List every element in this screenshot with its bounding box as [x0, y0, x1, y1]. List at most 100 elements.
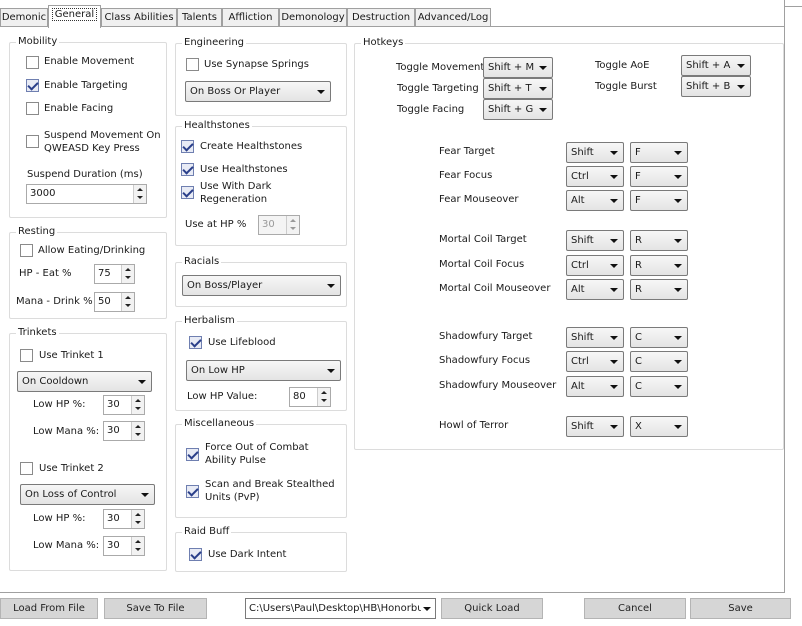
t1-low-hp-value: 30	[107, 399, 120, 410]
tab-advanced-log[interactable]: Advanced/Log	[415, 8, 491, 27]
load-from-file-button[interactable]: Load From File	[0, 598, 98, 619]
chevron-down-icon	[610, 385, 618, 389]
mortal-coil-mouseover-key-dropdown[interactable]: R	[630, 279, 688, 300]
enable-movement-checkbox[interactable]	[26, 56, 39, 69]
fear-focus-mod-dropdown[interactable]: Ctrl	[566, 166, 624, 187]
fear-mouseover-key-dropdown[interactable]: F	[630, 190, 688, 211]
quick-load-button[interactable]: Quick Load	[441, 598, 543, 619]
config-path-dropdown[interactable]: C:\Users\Paul\Desktop\HB\Honorbu	[245, 598, 436, 619]
herbalism-title: Herbalism	[182, 315, 237, 326]
t1-low-mana-spinner[interactable]: 30	[103, 421, 145, 441]
shadowfury-focus-key-dropdown[interactable]: C	[630, 351, 688, 372]
spin-down-icon	[135, 521, 141, 524]
shadowfury-target-mod-dropdown[interactable]: Shift	[566, 327, 624, 348]
fear-target-mod-dropdown[interactable]: Shift	[566, 142, 624, 163]
shadowfury-mouseover-key-dropdown[interactable]: C	[630, 376, 688, 397]
t1-low-hp-spinner[interactable]: 30	[103, 395, 145, 415]
shadowfury-target-key: C	[635, 332, 642, 343]
fear-focus-key-dropdown[interactable]: F	[630, 166, 688, 187]
enable-movement-label: Enable Movement	[44, 56, 135, 67]
tab-destruction[interactable]: Destruction	[347, 8, 415, 27]
fear-focus-key: F	[635, 171, 641, 182]
tab-general[interactable]: General	[48, 5, 101, 28]
use-healthstones-checkbox[interactable]	[181, 163, 194, 176]
enable-facing-checkbox[interactable]	[26, 102, 39, 115]
use-lifeblood-checkbox[interactable]	[189, 336, 202, 349]
fear-target-key: F	[635, 147, 641, 158]
chevron-down-icon	[610, 336, 618, 340]
panel-right-border	[784, 0, 785, 592]
shadowfury-focus-mod-dropdown[interactable]: Ctrl	[566, 351, 624, 372]
fear-mouseover-mod-dropdown[interactable]: Alt	[566, 190, 624, 211]
mortal-coil-target-key-dropdown[interactable]: R	[630, 230, 688, 251]
t2-low-mana-spinner[interactable]: 30	[103, 536, 145, 556]
mortal-coil-focus-key-dropdown[interactable]: R	[630, 255, 688, 276]
tab-affliction[interactable]: Affliction	[222, 8, 279, 27]
save-to-file-button[interactable]: Save To File	[104, 598, 207, 619]
tab-class-abilities[interactable]: Class Abilities	[101, 8, 177, 27]
toggle-facing-dropdown[interactable]: Shift + G	[483, 99, 553, 120]
toggle-aoe-dropdown[interactable]: Shift + A	[681, 55, 751, 76]
spinner-buttons[interactable]	[133, 185, 146, 203]
chevron-down-icon	[674, 151, 682, 155]
tab-demonology[interactable]: Demonology	[279, 8, 347, 27]
mana-drink-spinner[interactable]: 50	[94, 292, 135, 312]
t1-low-hp-label: Low HP %:	[33, 399, 86, 410]
toggle-targeting-dropdown[interactable]: Shift + T	[483, 78, 553, 99]
create-healthstones-checkbox[interactable]	[181, 140, 194, 153]
use-trinket2-checkbox[interactable]	[20, 462, 33, 475]
cancel-button[interactable]: Cancel	[584, 598, 686, 619]
mortal-coil-target-mod-dropdown[interactable]: Shift	[566, 230, 624, 251]
trinket2-mode-value: On Loss of Control	[25, 489, 117, 500]
t1-low-mana-value: 30	[107, 425, 120, 436]
herbalism-low-hp-spinner[interactable]: 80	[289, 387, 331, 407]
suspend-duration-spinner[interactable]: 3000	[26, 184, 147, 204]
spinner-buttons[interactable]	[131, 396, 144, 414]
enable-targeting-checkbox[interactable]	[26, 79, 39, 92]
toggle-movement-dropdown[interactable]: Shift + M	[483, 57, 553, 78]
spinner-buttons[interactable]	[131, 510, 144, 528]
use-dark-intent-checkbox[interactable]	[189, 548, 202, 561]
spinner-buttons[interactable]	[121, 293, 134, 311]
trinkets-title: Trinkets	[16, 327, 59, 338]
racials-mode-dropdown[interactable]: On Boss/Player	[182, 275, 341, 296]
save-button[interactable]: Save	[690, 598, 791, 619]
shadowfury-mouseover-label: Shadowfury Mouseover	[439, 380, 557, 391]
use-trinket1-checkbox[interactable]	[20, 349, 33, 362]
tab-demonic[interactable]: Demonic	[0, 8, 48, 27]
toggle-burst-dropdown[interactable]: Shift + B	[681, 76, 751, 97]
t2-low-hp-spinner[interactable]: 30	[103, 509, 145, 529]
spinner-buttons[interactable]	[121, 265, 134, 283]
use-with-dark-regen-label: Use With Dark Regeneration	[200, 181, 272, 205]
suspend-duration-label: Suspend Duration (ms)	[27, 169, 143, 180]
engineering-mode-dropdown[interactable]: On Boss Or Player	[185, 81, 331, 102]
trinket1-mode-dropdown[interactable]: On Cooldown	[17, 371, 152, 392]
chevron-down-icon	[327, 284, 335, 288]
trinket2-mode-dropdown[interactable]: On Loss of Control	[20, 484, 155, 505]
use-with-dark-regen-checkbox[interactable]	[181, 186, 194, 199]
scan-stealthed-checkbox[interactable]	[186, 485, 199, 498]
spinner-buttons[interactable]	[317, 388, 330, 406]
howl-of-terror-key-dropdown[interactable]: X	[630, 416, 688, 437]
howl-of-terror-mod-dropdown[interactable]: Shift	[566, 416, 624, 437]
shadowfury-mouseover-mod-dropdown[interactable]: Alt	[566, 376, 624, 397]
use-synapse-checkbox[interactable]	[186, 58, 199, 71]
hotkeys-title: Hotkeys	[361, 37, 406, 48]
mortal-coil-mouseover-mod-dropdown[interactable]: Alt	[566, 279, 624, 300]
spinner-buttons[interactable]	[131, 537, 144, 555]
herbalism-mode-dropdown[interactable]: On Low HP	[186, 360, 341, 381]
force-ooc-checkbox[interactable]	[186, 448, 199, 461]
mortal-coil-mouseover-mod: Alt	[571, 284, 585, 295]
tab-talents[interactable]: Talents	[177, 8, 222, 27]
hp-eat-spinner[interactable]: 75	[94, 264, 135, 284]
mortal-coil-focus-mod-dropdown[interactable]: Ctrl	[566, 255, 624, 276]
spinner-buttons[interactable]	[131, 422, 144, 440]
spinner-buttons[interactable]	[286, 216, 299, 234]
spin-down-icon	[125, 304, 131, 307]
toggle-aoe-label: Toggle AoE	[595, 60, 650, 71]
suspend-movement-checkbox[interactable]	[26, 135, 39, 148]
fear-target-key-dropdown[interactable]: F	[630, 142, 688, 163]
use-at-hp-spinner[interactable]: 30	[258, 215, 300, 235]
shadowfury-target-key-dropdown[interactable]: C	[630, 327, 688, 348]
allow-eating-checkbox[interactable]	[20, 244, 33, 257]
